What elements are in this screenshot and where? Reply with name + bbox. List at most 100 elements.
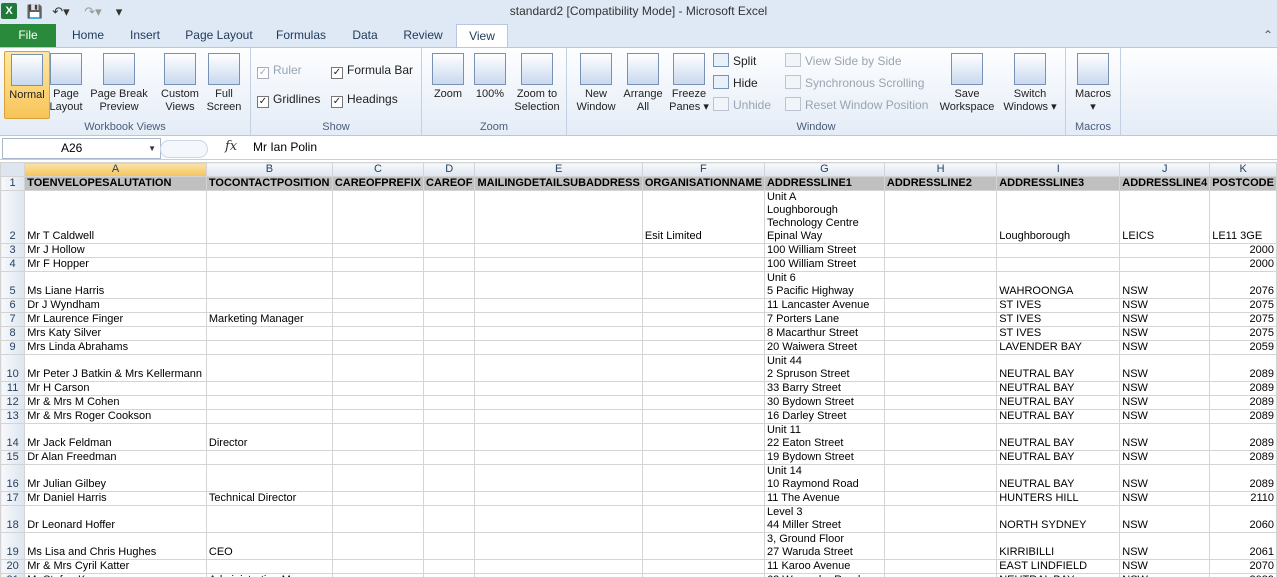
tab-home[interactable]: Home: [64, 24, 112, 47]
full-screen-button[interactable]: Full Screen: [202, 51, 246, 117]
cell[interactable]: NSW: [1119, 271, 1211, 299]
cell[interactable]: [205, 505, 333, 533]
cell[interactable]: [205, 354, 333, 382]
column-header[interactable]: F: [641, 162, 765, 177]
cell[interactable]: [331, 298, 425, 313]
cell[interactable]: [474, 381, 643, 396]
cell[interactable]: [996, 243, 1121, 258]
row-header[interactable]: 2: [0, 190, 26, 244]
cell[interactable]: [205, 243, 333, 258]
cell[interactable]: [205, 257, 333, 272]
cell[interactable]: NEUTRAL BAY: [996, 409, 1121, 424]
cell[interactable]: [641, 505, 765, 533]
cell[interactable]: WAHROONGA: [996, 271, 1121, 299]
cell[interactable]: [331, 450, 425, 465]
row-header[interactable]: 7: [0, 312, 26, 327]
column-header[interactable]: H: [883, 162, 998, 177]
cell[interactable]: [205, 340, 333, 355]
cell[interactable]: TOENVELOPESALUTATION: [24, 176, 207, 191]
cell[interactable]: Ms Lisa and Chris Hughes: [24, 532, 207, 560]
synchronous-scrolling-button[interactable]: Synchronous Scrolling: [785, 74, 924, 92]
cell[interactable]: [331, 409, 425, 424]
cell[interactable]: [883, 409, 998, 424]
cell[interactable]: Ms Liane Harris: [24, 271, 207, 299]
cell[interactable]: [423, 491, 476, 506]
row-header[interactable]: 11: [0, 381, 26, 396]
cell[interactable]: Unit 11 22 Eaton Street: [763, 423, 885, 451]
insert-function-icon[interactable]: fx: [225, 139, 237, 154]
hide-button[interactable]: Hide: [713, 74, 758, 92]
cell[interactable]: [641, 340, 765, 355]
cell[interactable]: NSW: [1119, 464, 1211, 492]
cell[interactable]: [331, 573, 425, 577]
cell[interactable]: [423, 532, 476, 560]
cell[interactable]: [331, 340, 425, 355]
cell[interactable]: NSW: [1119, 354, 1211, 382]
column-header[interactable]: B: [205, 162, 333, 177]
cell[interactable]: [423, 464, 476, 492]
cell[interactable]: [474, 340, 643, 355]
row-header[interactable]: 14: [0, 423, 26, 451]
cell[interactable]: KIRRIBILLI: [996, 532, 1121, 560]
cell[interactable]: [331, 532, 425, 560]
cell[interactable]: Mr Jack Feldman: [24, 423, 207, 451]
cell[interactable]: 16 Darley Street: [763, 409, 885, 424]
cell[interactable]: [641, 243, 765, 258]
formula-input[interactable]: Mr Ian Polin: [253, 140, 317, 154]
cell[interactable]: [474, 298, 643, 313]
cell[interactable]: [423, 423, 476, 451]
cell[interactable]: EAST LINDFIELD: [996, 559, 1121, 574]
cell[interactable]: 11 Lancaster Avenue: [763, 298, 885, 313]
cell[interactable]: LE11 3GE: [1209, 190, 1277, 244]
cell[interactable]: [474, 573, 643, 577]
cell[interactable]: NSW: [1119, 326, 1211, 341]
cell[interactable]: [474, 354, 643, 382]
cell[interactable]: NSW: [1119, 423, 1211, 451]
cell[interactable]: [423, 573, 476, 577]
cell[interactable]: 2075: [1209, 326, 1277, 341]
cell[interactable]: [474, 326, 643, 341]
cell[interactable]: ORGANISATIONNAME: [641, 176, 765, 191]
cell[interactable]: Mr J Hollow: [24, 243, 207, 258]
cell[interactable]: 20 Waiwera Street: [763, 340, 885, 355]
cell[interactable]: Mr & Mrs Cyril Katter: [24, 559, 207, 574]
cell[interactable]: [641, 257, 765, 272]
cell[interactable]: 2089: [1209, 409, 1277, 424]
cell[interactable]: [423, 409, 476, 424]
cell[interactable]: ADDRESSLINE1: [763, 176, 885, 191]
cell[interactable]: 2089: [1209, 395, 1277, 410]
cell[interactable]: [883, 271, 998, 299]
cell[interactable]: [641, 312, 765, 327]
row-header[interactable]: 4: [0, 257, 26, 272]
cell[interactable]: 7 Porters Lane: [763, 312, 885, 327]
cell[interactable]: [331, 395, 425, 410]
cell[interactable]: [474, 243, 643, 258]
row-header[interactable]: 17: [0, 491, 26, 506]
row-header[interactable]: 16: [0, 464, 26, 492]
cell[interactable]: Marketing Manager: [205, 312, 333, 327]
cell[interactable]: [474, 257, 643, 272]
column-header[interactable]: J: [1119, 162, 1211, 177]
cell[interactable]: [331, 257, 425, 272]
cell[interactable]: 63 Wycombe Road: [763, 573, 885, 577]
cell[interactable]: NEUTRAL BAY: [996, 450, 1121, 465]
cell[interactable]: Esit Limited: [641, 190, 765, 244]
tab-data[interactable]: Data: [342, 24, 388, 47]
cell[interactable]: 2060: [1209, 505, 1277, 533]
cell[interactable]: [996, 257, 1121, 272]
tab-view[interactable]: View: [456, 24, 508, 49]
cell[interactable]: NSW: [1119, 559, 1211, 574]
cell[interactable]: 2059: [1209, 340, 1277, 355]
cell[interactable]: [331, 354, 425, 382]
cell[interactable]: Mrs Linda Abrahams: [24, 340, 207, 355]
cell[interactable]: [423, 243, 476, 258]
cell[interactable]: [423, 354, 476, 382]
row-header[interactable]: 12: [0, 395, 26, 410]
cell[interactable]: [423, 340, 476, 355]
macros-button[interactable]: Macros ▾: [1071, 51, 1115, 117]
save-workspace-button[interactable]: Save Workspace: [937, 51, 997, 117]
cell[interactable]: [641, 395, 765, 410]
chevron-down-icon[interactable]: ▼: [148, 139, 156, 158]
cell[interactable]: [474, 532, 643, 560]
cell[interactable]: [205, 190, 333, 244]
